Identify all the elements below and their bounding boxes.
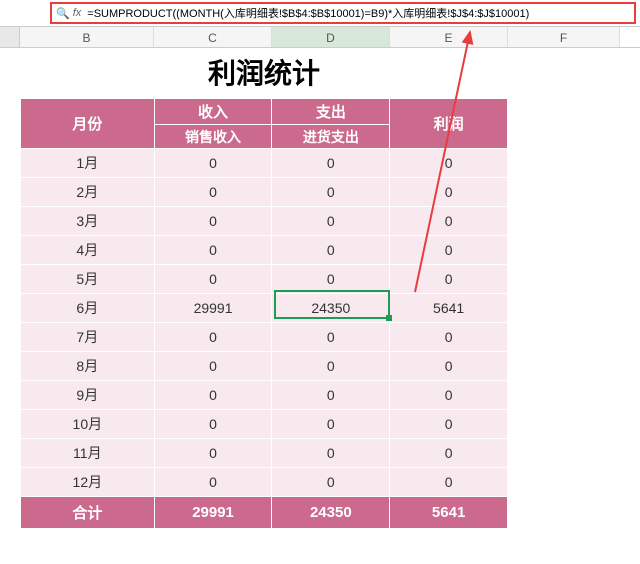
cell-income[interactable]: 0: [154, 207, 272, 236]
header-expense[interactable]: 支出: [272, 99, 390, 125]
cell-income[interactable]: 0: [154, 265, 272, 294]
header-expense-sub[interactable]: 进货支出: [272, 125, 390, 149]
table-row: 6月 29991 24350 5641: [21, 294, 508, 323]
table-row: 2月 0 0 0: [21, 178, 508, 207]
table-row: 10月 0 0 0: [21, 410, 508, 439]
header-income[interactable]: 收入: [154, 99, 272, 125]
cell-profit[interactable]: 0: [390, 468, 508, 497]
cell-profit[interactable]: 0: [390, 381, 508, 410]
cell-expense[interactable]: 0: [272, 468, 390, 497]
cell-income[interactable]: 0: [154, 468, 272, 497]
table-row: 5月 0 0 0: [21, 265, 508, 294]
cell-profit[interactable]: 0: [390, 178, 508, 207]
cell-expense[interactable]: 0: [272, 410, 390, 439]
cell-expense[interactable]: 0: [272, 439, 390, 468]
cell-profit[interactable]: 0: [390, 323, 508, 352]
cell-profit[interactable]: 0: [390, 207, 508, 236]
page-title: 利润统计: [20, 48, 508, 98]
table-row: 12月 0 0 0: [21, 468, 508, 497]
total-label[interactable]: 合计: [21, 497, 155, 529]
cell-month[interactable]: 9月: [21, 381, 155, 410]
cell-month[interactable]: 6月: [21, 294, 155, 323]
search-icon: 🔍: [56, 7, 70, 20]
cell-income[interactable]: 0: [154, 178, 272, 207]
cell-income[interactable]: 0: [154, 236, 272, 265]
cell-income[interactable]: 0: [154, 381, 272, 410]
cell-month[interactable]: 2月: [21, 178, 155, 207]
select-all-corner[interactable]: [0, 27, 20, 47]
cell-income[interactable]: 29991: [154, 294, 272, 323]
table-row: 9月 0 0 0: [21, 381, 508, 410]
cell-expense[interactable]: 0: [272, 381, 390, 410]
cell-profit[interactable]: 5641: [390, 294, 508, 323]
cell-income[interactable]: 0: [154, 323, 272, 352]
table-row: 4月 0 0 0: [21, 236, 508, 265]
cell-expense[interactable]: 24350: [272, 294, 390, 323]
cell-month[interactable]: 11月: [21, 439, 155, 468]
column-header-E[interactable]: E: [390, 27, 508, 47]
cell-month[interactable]: 4月: [21, 236, 155, 265]
cell-expense[interactable]: 0: [272, 149, 390, 178]
table-total-row: 合计 29991 24350 5641: [21, 497, 508, 529]
cell-profit[interactable]: 0: [390, 439, 508, 468]
cell-income[interactable]: 0: [154, 410, 272, 439]
table-row: 1月 0 0 0: [21, 149, 508, 178]
formula-input[interactable]: =SUMPRODUCT((MONTH(入库明细表!$B$4:$B$10001)=…: [87, 5, 630, 21]
cell-month[interactable]: 12月: [21, 468, 155, 497]
cell-month[interactable]: 1月: [21, 149, 155, 178]
total-profit[interactable]: 5641: [390, 497, 508, 529]
table-row: 8月 0 0 0: [21, 352, 508, 381]
cell-profit[interactable]: 0: [390, 149, 508, 178]
column-header-D[interactable]: D: [272, 27, 390, 47]
total-expense[interactable]: 24350: [272, 497, 390, 529]
cell-month[interactable]: 8月: [21, 352, 155, 381]
cell-profit[interactable]: 0: [390, 265, 508, 294]
cell-expense[interactable]: 0: [272, 265, 390, 294]
cell-income[interactable]: 0: [154, 352, 272, 381]
table-row: 11月 0 0 0: [21, 439, 508, 468]
cell-expense[interactable]: 0: [272, 178, 390, 207]
column-headers: B C D E F: [0, 26, 640, 48]
header-profit[interactable]: 利润: [390, 99, 508, 149]
cell-profit[interactable]: 0: [390, 410, 508, 439]
cell-expense[interactable]: 0: [272, 207, 390, 236]
table-row: 3月 0 0 0: [21, 207, 508, 236]
cell-month[interactable]: 7月: [21, 323, 155, 352]
header-month[interactable]: 月份: [21, 99, 155, 149]
table-header-row: 月份 收入 支出 利润: [21, 99, 508, 125]
cell-profit[interactable]: 0: [390, 236, 508, 265]
cell-month[interactable]: 3月: [21, 207, 155, 236]
cell-expense[interactable]: 0: [272, 352, 390, 381]
cell-month[interactable]: 10月: [21, 410, 155, 439]
column-header-B[interactable]: B: [20, 27, 154, 47]
cell-profit[interactable]: 0: [390, 352, 508, 381]
cell-month[interactable]: 5月: [21, 265, 155, 294]
column-header-F[interactable]: F: [508, 27, 620, 47]
formula-bar[interactable]: 🔍 fx =SUMPRODUCT((MONTH(入库明细表!$B$4:$B$10…: [50, 2, 636, 24]
table-row: 7月 0 0 0: [21, 323, 508, 352]
column-header-C[interactable]: C: [154, 27, 272, 47]
cell-income[interactable]: 0: [154, 439, 272, 468]
total-income[interactable]: 29991: [154, 497, 272, 529]
cell-expense[interactable]: 0: [272, 236, 390, 265]
header-income-sub[interactable]: 销售收入: [154, 125, 272, 149]
cell-income[interactable]: 0: [154, 149, 272, 178]
profit-table: 月份 收入 支出 利润 销售收入 进货支出 1月 0 0 0 2月 0 0 0 …: [20, 98, 508, 529]
cell-expense[interactable]: 0: [272, 323, 390, 352]
fx-label[interactable]: fx: [73, 7, 82, 19]
